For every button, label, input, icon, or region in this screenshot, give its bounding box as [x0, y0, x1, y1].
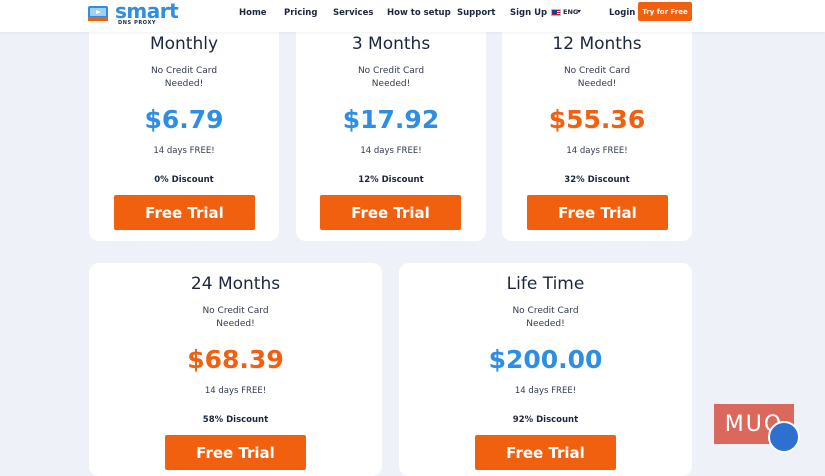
- free-trial-button[interactable]: Free Trial: [165, 435, 306, 470]
- plan-note: Needed!: [371, 79, 411, 89]
- free-trial-button[interactable]: Free Trial: [114, 195, 255, 230]
- plan-price: $6.79: [144, 105, 224, 134]
- plan-price: $17.92: [342, 105, 440, 134]
- plan-note: Needed!: [216, 319, 255, 329]
- plan-free-days: 14 days FREE!: [566, 146, 628, 156]
- plan-card-24-months: 24 Months No Credit Card Needed! $68.39 …: [89, 263, 382, 476]
- plan-name: 12 Months: [552, 34, 642, 54]
- nav-services[interactable]: Services: [333, 8, 373, 18]
- plan-note: No Credit Card: [150, 66, 218, 76]
- plan-discount: 92% Discount: [512, 415, 579, 425]
- plan-free-days: 14 days FREE!: [153, 146, 215, 156]
- plan-name: Life Time: [506, 274, 585, 294]
- plan-name: Monthly: [149, 34, 219, 54]
- nav-login[interactable]: Login: [609, 8, 635, 18]
- logo[interactable]: smart DNS PROXY: [88, 0, 179, 27]
- plan-discount: 32% Discount: [564, 175, 630, 185]
- nav-sign-up[interactable]: Sign Up: [510, 8, 547, 18]
- plan-note: Needed!: [526, 319, 565, 329]
- plan-name: 24 Months: [190, 274, 281, 294]
- free-trial-button[interactable]: Free Trial: [320, 195, 461, 230]
- nav-pricing[interactable]: Pricing: [284, 8, 317, 18]
- plan-note: Needed!: [577, 79, 617, 89]
- plan-card-12-months: 12 Months No Credit Card Needed! $55.36 …: [502, 0, 692, 241]
- plan-card-3-months: 3 Months No Credit Card Needed! $17.92 1…: [296, 0, 486, 241]
- nav-support[interactable]: Support: [457, 8, 495, 18]
- plan-note: No Credit Card: [357, 66, 425, 76]
- plan-free-days: 14 days FREE!: [360, 146, 422, 156]
- plan-free-days: 14 days FREE!: [514, 386, 577, 396]
- free-trial-button[interactable]: Free Trial: [527, 195, 668, 230]
- chat-widget-icon[interactable]: [768, 421, 800, 453]
- plan-discount: 0% Discount: [154, 175, 214, 185]
- logo-icon: [88, 6, 108, 21]
- logo-subtitle: DNS PROXY: [118, 20, 157, 26]
- plan-discount: 58% Discount: [202, 415, 269, 425]
- plan-note: No Credit Card: [202, 306, 269, 316]
- site-header: smart DNS PROXY Home Pricing Services Ho…: [0, 0, 825, 32]
- plan-note: No Credit Card: [512, 306, 579, 316]
- plan-discount: 12% Discount: [358, 175, 424, 185]
- free-trial-button[interactable]: Free Trial: [475, 435, 616, 470]
- language-selector[interactable]: ENG: [563, 8, 578, 16]
- plan-note: Needed!: [164, 79, 204, 89]
- plan-free-days: 14 days FREE!: [204, 386, 267, 396]
- plan-price: $200.00: [488, 345, 603, 374]
- plan-name: 3 Months: [351, 34, 431, 54]
- plan-note: No Credit Card: [563, 66, 631, 76]
- chevron-down-icon[interactable]: [577, 10, 581, 13]
- nav-home[interactable]: Home: [239, 8, 267, 18]
- plan-price: $55.36: [548, 105, 646, 134]
- us-flag-icon[interactable]: [551, 9, 561, 16]
- plan-card-life-time: Life Time No Credit Card Needed! $200.00…: [399, 263, 692, 476]
- plan-price: $68.39: [187, 345, 284, 374]
- nav-how-to-setup[interactable]: How to setup: [387, 8, 451, 18]
- try-for-free-button[interactable]: Try for Free: [638, 2, 692, 21]
- plan-card-monthly: Monthly No Credit Card Needed! $6.79 14 …: [89, 0, 279, 241]
